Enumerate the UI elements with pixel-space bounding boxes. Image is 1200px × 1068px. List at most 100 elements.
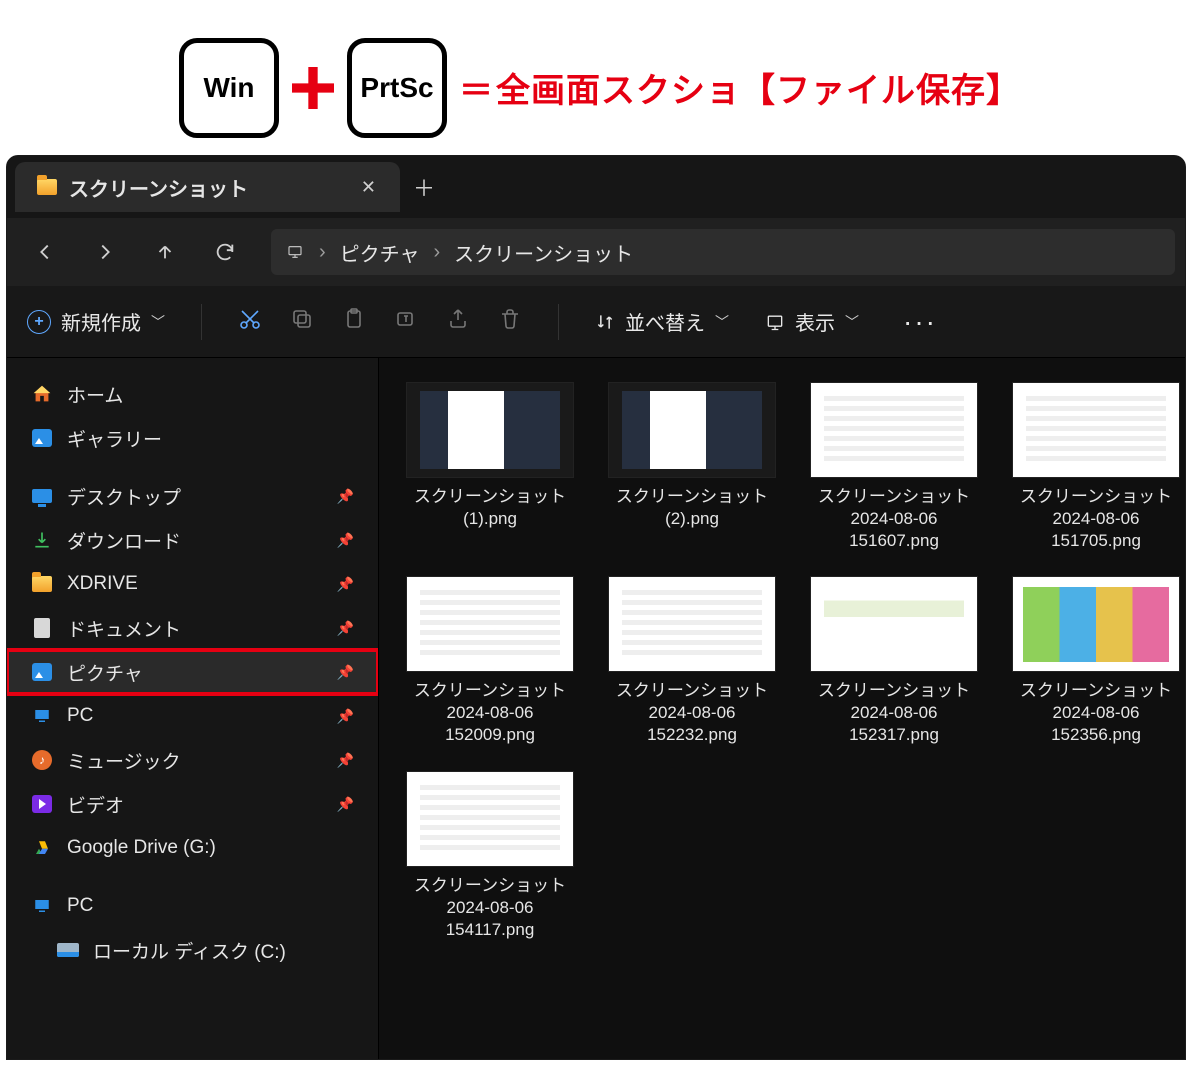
file-name: スクリーンショット 2024-08-06 152009.png [414, 680, 566, 746]
video-icon [32, 795, 52, 813]
chevron-down-icon: ﹀ [151, 312, 165, 332]
file-item[interactable]: スクリーンショット (1).png [397, 382, 583, 552]
file-item[interactable]: スクリーンショット 2024-08-06 152232.png [599, 576, 785, 746]
breadcrumb[interactable]: › ピクチャ › スクリーンショット [271, 229, 1175, 275]
sidebar-item-pictures[interactable]: ピクチャ 📌 [7, 650, 378, 694]
navbar: › ピクチャ › スクリーンショット [7, 218, 1185, 286]
sidebar-item-pc[interactable]: PC 📌 [7, 694, 378, 738]
view-icon [765, 312, 785, 332]
document-icon [34, 618, 50, 638]
rename-button[interactable] [394, 307, 418, 336]
file-name: スクリーンショット (2).png [616, 486, 768, 530]
new-tab-button[interactable]: ＋ [400, 156, 448, 218]
sidebar-item-music[interactable]: ♪ ミュージック 📌 [7, 738, 378, 782]
copy-button[interactable] [290, 307, 314, 336]
file-thumbnail [1012, 382, 1180, 478]
download-icon [31, 530, 53, 550]
crumb-pictures[interactable]: ピクチャ [340, 238, 420, 267]
sidebar-item-label: ピクチャ [67, 659, 143, 686]
sidebar-item-label: ドキュメント [67, 615, 181, 642]
file-thumbnail [1012, 576, 1180, 672]
sidebar-item-local-disk[interactable]: ローカル ディスク (C:) [7, 928, 378, 972]
pin-icon: 📌 [337, 488, 354, 505]
more-button[interactable]: ··· [895, 306, 945, 338]
keycap-prtsc: PrtSc [347, 38, 447, 138]
shortcut-description: ＝全画面スクショ【ファイル保存】 [459, 63, 1021, 112]
paste-button[interactable] [342, 307, 366, 336]
share-button[interactable] [446, 307, 470, 336]
monitor-icon [285, 244, 305, 260]
pin-icon: 📌 [337, 796, 354, 813]
file-item[interactable]: スクリーンショット 2024-08-06 152317.png [801, 576, 987, 746]
back-button[interactable] [17, 229, 73, 275]
file-thumbnail [406, 771, 574, 867]
up-button[interactable] [137, 229, 193, 275]
sidebar-item-gdrive[interactable]: Google Drive (G:) [7, 826, 378, 870]
sort-label: 並べ替え [625, 307, 705, 336]
sidebar-item-documents[interactable]: ドキュメント 📌 [7, 606, 378, 650]
file-item[interactable]: スクリーンショット 2024-08-06 154117.png [397, 771, 583, 941]
sort-icon [595, 312, 615, 332]
new-label: 新規作成 [61, 307, 141, 336]
file-thumbnail [406, 382, 574, 478]
sidebar-item-downloads[interactable]: ダウンロード 📌 [7, 518, 378, 562]
file-item[interactable]: スクリーンショット 2024-08-06 152009.png [397, 576, 583, 746]
home-icon [31, 384, 53, 404]
sidebar-item-label: ミュージック [67, 747, 181, 774]
window-tab[interactable]: スクリーンショット ✕ [15, 162, 400, 212]
file-thumbnail [810, 382, 978, 478]
explorer-main: ホーム ギャラリー デスクトップ 📌 ダウンロード 📌 XDRIVE 📌 [7, 358, 1185, 1059]
keyboard-shortcut-hint: Win PrtSc ＝全画面スクショ【ファイル保存】 [0, 0, 1200, 150]
disk-icon [57, 943, 79, 957]
file-name: スクリーンショット 2024-08-06 152356.png [1020, 680, 1172, 746]
folder-icon [37, 179, 57, 195]
pin-icon: 📌 [337, 708, 354, 725]
folder-icon [32, 576, 52, 592]
crumb-screenshots[interactable]: スクリーンショット [454, 238, 633, 267]
sidebar-item-label: ローカル ディスク (C:) [93, 937, 286, 964]
refresh-button[interactable] [197, 229, 253, 275]
delete-button[interactable] [498, 307, 522, 336]
file-item[interactable]: スクリーンショット 2024-08-06 151705.png [1003, 382, 1185, 552]
pc-icon [31, 706, 53, 726]
pin-icon: 📌 [337, 576, 354, 593]
divider [558, 304, 559, 340]
file-name: スクリーンショット (1).png [414, 486, 566, 530]
chevron-down-icon: ﹀ [715, 312, 729, 332]
cut-button[interactable] [238, 307, 262, 336]
pin-icon: 📌 [337, 664, 354, 681]
sort-button[interactable]: 並べ替え ﹀ [595, 307, 729, 336]
file-name: スクリーンショット 2024-08-06 152317.png [818, 680, 970, 746]
pc-icon [31, 896, 53, 916]
sidebar-item-pc2[interactable]: PC [7, 884, 378, 928]
file-thumbnail [810, 576, 978, 672]
forward-button[interactable] [77, 229, 133, 275]
file-content-area[interactable]: スクリーンショット (1).png スクリーンショット (2).png スクリー… [379, 358, 1185, 1059]
file-name: スクリーンショット 2024-08-06 154117.png [414, 875, 566, 941]
sidebar-item-xdrive[interactable]: XDRIVE 📌 [7, 562, 378, 606]
new-button[interactable]: + 新規作成 ﹀ [27, 307, 165, 336]
view-button[interactable]: 表示 ﹀ [765, 307, 859, 336]
sidebar-item-video[interactable]: ビデオ 📌 [7, 782, 378, 826]
chevron-right-icon: › [319, 241, 326, 264]
sidebar-item-label: PC [67, 705, 93, 727]
chevron-down-icon: ﹀ [845, 312, 859, 332]
sidebar-item-desktop[interactable]: デスクトップ 📌 [7, 474, 378, 518]
file-item[interactable]: スクリーンショット (2).png [599, 382, 785, 552]
divider [201, 304, 202, 340]
music-icon: ♪ [32, 750, 52, 770]
file-name: スクリーンショット 2024-08-06 152232.png [616, 680, 768, 746]
file-item[interactable]: スクリーンショット 2024-08-06 151607.png [801, 382, 987, 552]
file-item[interactable]: スクリーンショット 2024-08-06 152356.png [1003, 576, 1185, 746]
sidebar-item-label: Google Drive (G:) [67, 837, 216, 859]
close-tab-button[interactable]: ✕ [357, 173, 380, 202]
file-name: スクリーンショット 2024-08-06 151705.png [1020, 486, 1172, 552]
file-grid: スクリーンショット (1).png スクリーンショット (2).png スクリー… [397, 382, 1167, 941]
pin-icon: 📌 [337, 752, 354, 769]
pictures-icon [32, 663, 52, 681]
sidebar-item-home[interactable]: ホーム [7, 372, 378, 416]
sidebar-item-gallery[interactable]: ギャラリー [7, 416, 378, 460]
sidebar: ホーム ギャラリー デスクトップ 📌 ダウンロード 📌 XDRIVE 📌 [7, 358, 379, 1059]
file-name: スクリーンショット 2024-08-06 151607.png [818, 486, 970, 552]
sidebar-item-label: XDRIVE [67, 573, 138, 595]
